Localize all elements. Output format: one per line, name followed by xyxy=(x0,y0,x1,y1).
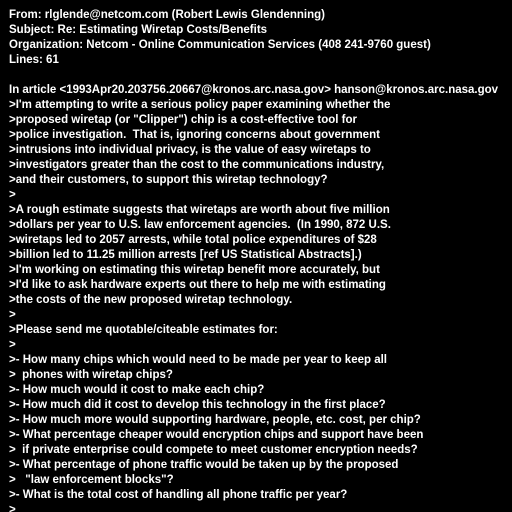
quoted-line: >dollars per year to U.S. law enforcemen… xyxy=(9,219,391,231)
header-lines: Lines: 61 xyxy=(9,54,59,66)
quoted-line: > xyxy=(9,189,16,201)
quoted-line: >I'm working on estimating this wiretap … xyxy=(9,264,380,276)
attribution-line: In article <1993Apr20.203756.20667@krono… xyxy=(9,84,499,96)
quoted-line: > "law enforcement blocks"? xyxy=(9,474,174,486)
quoted-line: >- What percentage cheaper would encrypt… xyxy=(9,429,424,441)
quoted-line: > if private enterprise could compete to… xyxy=(9,444,418,456)
quoted-line: >proposed wiretap (or "Clipper") chip is… xyxy=(9,114,357,126)
quoted-line: >- How many chips which would need to be… xyxy=(9,354,387,366)
quoted-line: >wiretaps led to 2057 arrests, while tot… xyxy=(9,234,377,246)
header-subject: Subject: Re: Estimating Wiretap Costs/Be… xyxy=(9,24,268,36)
quoted-line: >I'm attempting to write a serious polic… xyxy=(9,99,391,111)
quoted-line: >- How much did it cost to develop this … xyxy=(9,399,386,411)
quoted-line: >- What is the total cost of handling al… xyxy=(9,489,348,501)
header-from: From: rlglende@netcom.com (Robert Lewis … xyxy=(9,9,325,21)
quoted-line: > xyxy=(9,309,16,321)
message-view: From: rlglende@netcom.com (Robert Lewis … xyxy=(9,8,512,512)
quoted-line: >intrusions into individual privacy, is … xyxy=(9,144,371,156)
quoted-line: >- What percentage of phone traffic woul… xyxy=(9,459,399,471)
header-organization: Organization: Netcom - Online Communicat… xyxy=(9,39,431,51)
quoted-line: >I'd like to ask hardware experts out th… xyxy=(9,279,386,291)
quoted-line: >- How much would it cost to make each c… xyxy=(9,384,265,396)
quoted-line: > xyxy=(9,339,16,351)
quoted-line: >investigators greater than the cost to … xyxy=(9,159,385,171)
quoted-line: >police investigation. That is, ignoring… xyxy=(9,129,380,141)
quoted-line: > phones with wiretap chips? xyxy=(9,369,173,381)
quoted-line: >the costs of the new proposed wiretap t… xyxy=(9,294,293,306)
quoted-line: >and their customers, to support this wi… xyxy=(9,174,328,186)
quoted-line: >A rough estimate suggests that wiretaps… xyxy=(9,204,390,216)
quoted-line: >Please send me quotable/citeable estima… xyxy=(9,324,278,336)
quoted-line: >billion led to 11.25 million arrests [r… xyxy=(9,249,362,261)
quoted-line: >- How much more would supporting hardwa… xyxy=(9,414,421,426)
quoted-line: > xyxy=(9,504,16,512)
